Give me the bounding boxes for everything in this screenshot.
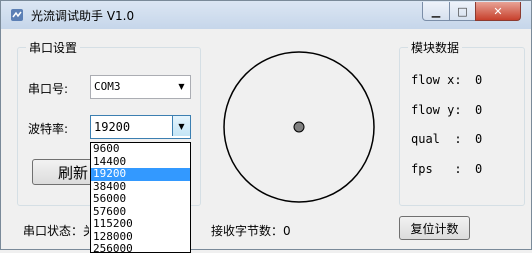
port-label: 串口号: (28, 82, 69, 96)
flow-visualizer (223, 51, 375, 203)
minimize-icon: ▁ (431, 4, 441, 18)
port-select[interactable]: COM3 ▼ (90, 75, 191, 99)
reset-count-label: 复位计数 (410, 221, 459, 236)
baud-select[interactable]: 19200 ▼ (90, 115, 191, 139)
received-bytes: 接收字节数：0 (211, 224, 291, 238)
close-icon: ✕ (493, 4, 503, 18)
fps-value: 0 (475, 162, 483, 176)
app-icon (11, 9, 23, 21)
minimize-button[interactable]: ▁ (422, 2, 450, 21)
app-window: 光流调试助手 V1.0 ▁ □ ✕ 串口设置 串口号: COM3 ▼ 波特率: … (0, 0, 532, 253)
flow-indicator-dot (293, 121, 305, 133)
list-item[interactable]: 256000 (91, 242, 190, 252)
module-data-title: 模块数据 (408, 39, 463, 56)
serial-status: 串口状态：关 (23, 224, 89, 238)
flow-x-label: flow x: (411, 73, 462, 87)
flow-y-label: flow y: (411, 103, 462, 117)
reset-count-button[interactable]: 复位计数 (399, 216, 470, 240)
fps-label: fps : (411, 162, 462, 176)
maximize-button[interactable]: □ (449, 2, 476, 21)
close-button[interactable]: ✕ (475, 2, 521, 21)
window-title: 光流调试助手 V1.0 (31, 9, 135, 23)
baud-value: 19200 (94, 120, 131, 134)
list-item-selected[interactable]: 19200 (91, 167, 190, 181)
list-item[interactable]: 115200 (91, 217, 190, 231)
qual-label: qual : (411, 132, 462, 146)
refresh-label: 刷新 (57, 163, 88, 182)
serial-settings-title: 串口设置 (26, 39, 81, 56)
flow-x-value: 0 (475, 73, 483, 87)
qual-value: 0 (475, 132, 483, 146)
list-item[interactable]: 56000 (91, 192, 190, 206)
chevron-down-icon[interactable]: ▼ (173, 76, 190, 96)
chevron-down-icon[interactable]: ▼ (172, 116, 190, 136)
flow-y-value: 0 (475, 103, 483, 117)
baud-label: 波特率: (28, 122, 69, 136)
list-item[interactable]: 9600 (91, 143, 190, 156)
maximize-icon: □ (457, 4, 468, 18)
title-bar[interactable]: 光流调试助手 V1.0 ▁ □ ✕ (1, 1, 531, 29)
baud-dropdown-list[interactable]: 9600 14400 19200 38400 56000 57600 11520… (90, 142, 191, 253)
module-data-group: 模块数据 (399, 39, 525, 206)
port-value: COM3 (94, 80, 121, 93)
